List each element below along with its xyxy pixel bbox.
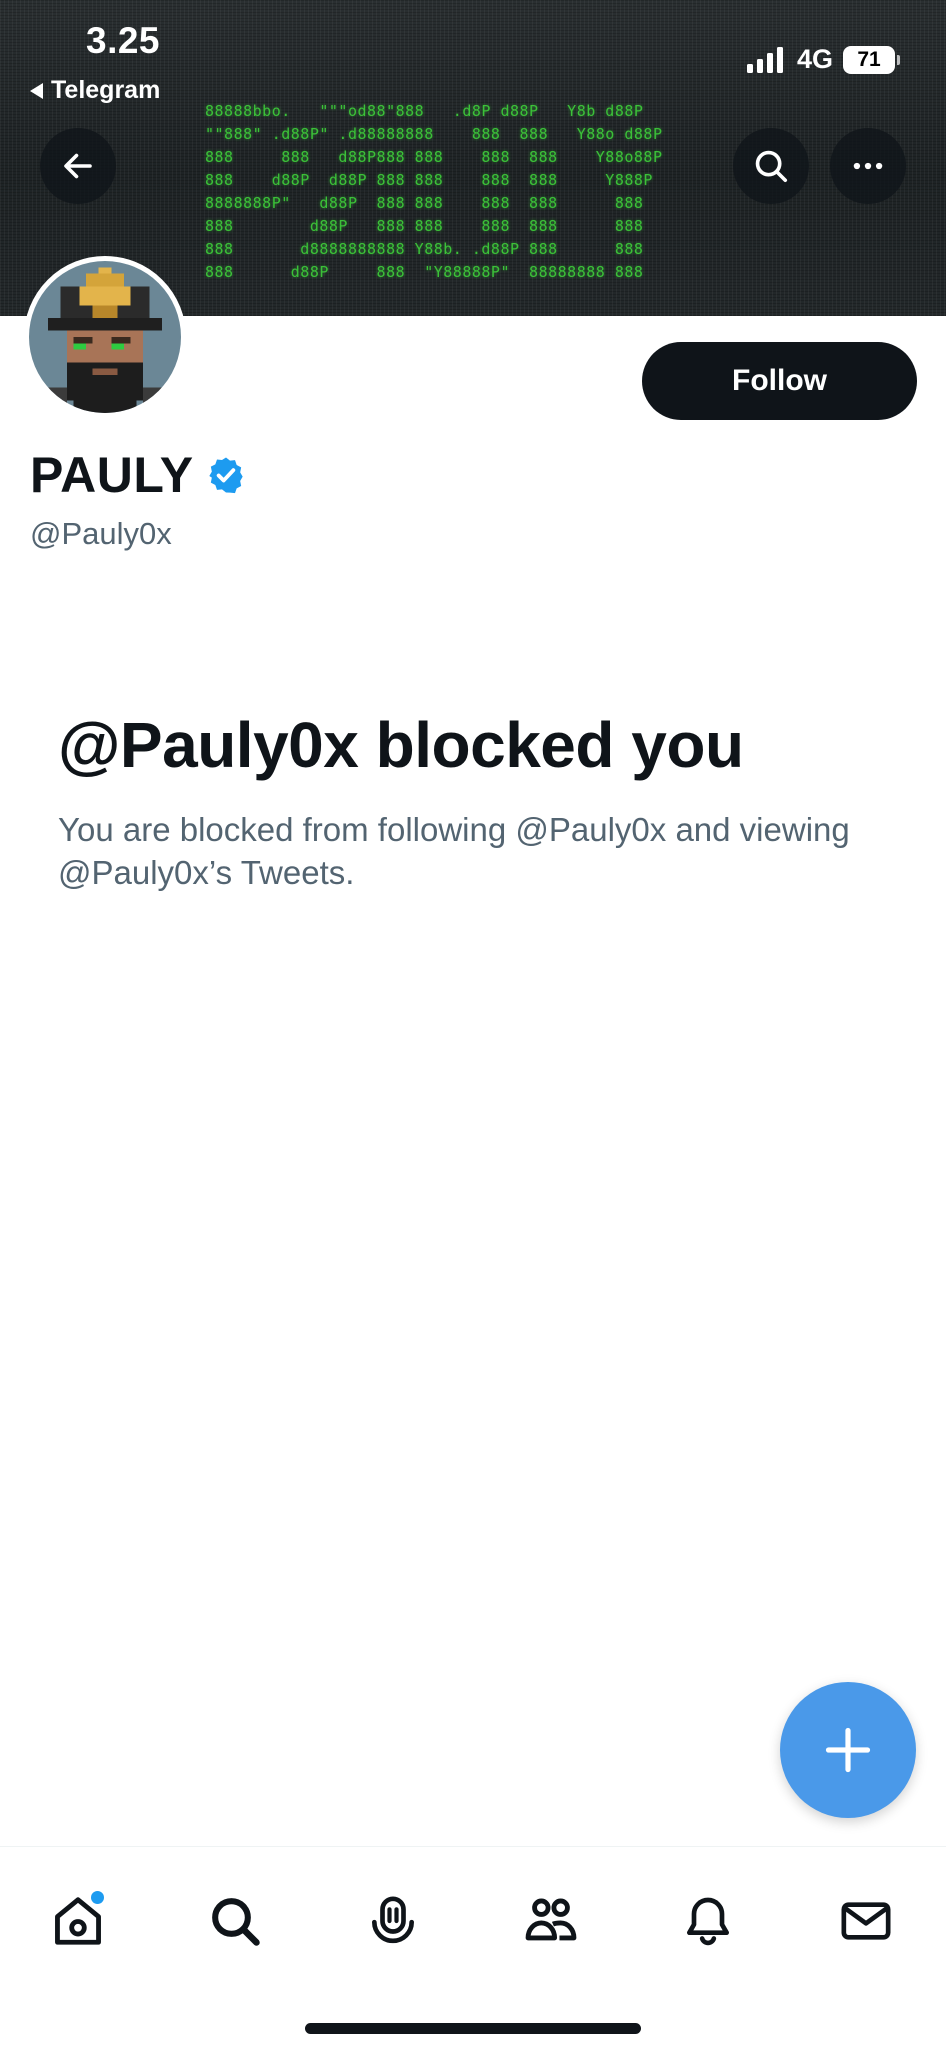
nav-home[interactable] xyxy=(38,1881,118,1961)
bottom-navigation xyxy=(0,1846,946,2049)
communities-icon xyxy=(525,1898,577,1941)
blocked-description: You are blocked from following @Pauly0x … xyxy=(58,811,850,891)
nav-messages[interactable] xyxy=(826,1881,906,1961)
home-unread-dot xyxy=(91,1891,104,1904)
home-indicator[interactable] xyxy=(305,2023,641,2034)
blocked-title: @Pauly0x blocked you xyxy=(58,709,744,781)
status-time: 3.25 xyxy=(86,20,161,61)
nav-notifications[interactable] xyxy=(668,1881,748,1961)
notifications-icon xyxy=(687,1897,729,1946)
verified-badge-icon[interactable] xyxy=(206,455,246,495)
battery-level: 71 xyxy=(843,45,895,74)
nav-spaces[interactable] xyxy=(353,1881,433,1961)
nav-communities[interactable] xyxy=(511,1881,591,1961)
cellular-signal-icon xyxy=(746,46,783,73)
network-type: 4G xyxy=(796,44,833,74)
display-name-row: PAULY xyxy=(30,446,246,504)
compose-tweet-button[interactable] xyxy=(780,1682,916,1818)
spaces-icon xyxy=(372,1896,414,1944)
back-to-app-link[interactable]: Telegram xyxy=(30,76,160,105)
more-options-button[interactable] xyxy=(830,128,906,204)
nav-search[interactable] xyxy=(195,1881,275,1961)
follow-button[interactable]: Follow xyxy=(642,342,917,420)
messages-icon xyxy=(841,1902,891,1940)
search-icon xyxy=(755,150,788,183)
search-icon xyxy=(212,1898,260,1946)
user-handle: @Pauly0x xyxy=(30,516,172,551)
banner-ascii-art: 88888bbo. """od88"888 .d8P d88P Y8b d88P… xyxy=(205,102,663,281)
profile-avatar[interactable] xyxy=(24,256,186,418)
display-name: PAULY xyxy=(30,447,194,503)
search-profile-button[interactable] xyxy=(733,128,809,204)
arrow-left-icon xyxy=(64,153,92,179)
back-app-label: Telegram xyxy=(51,76,161,104)
battery-icon: 71 xyxy=(843,45,900,74)
ellipsis-icon xyxy=(853,162,883,170)
back-button[interactable] xyxy=(40,128,116,204)
status-indicators: 4G 71 xyxy=(746,44,900,75)
back-triangle-icon xyxy=(30,82,43,99)
plus-icon xyxy=(825,1727,871,1773)
pixel-punk-avatar-image xyxy=(29,261,181,413)
